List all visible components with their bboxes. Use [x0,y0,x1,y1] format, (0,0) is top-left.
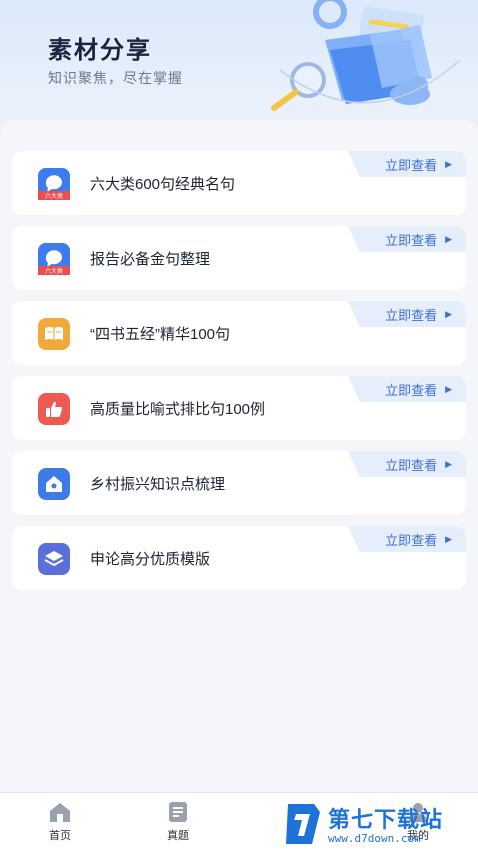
view-now-label: 立即查看 [385,157,438,173]
card-title: 报告必备金句整理 [90,251,211,268]
material-card[interactable]: 乡村振兴知识点梳理 立即查看 ▶ [12,451,466,515]
speech-bubble-icon: 六大类 [38,243,70,275]
view-now-button[interactable]: 立即查看 ▶ [348,226,466,252]
card-title: 申论高分优质模版 [90,551,211,568]
material-card[interactable]: 六大类 报告必备金句整理 立即查看 ▶ [12,226,466,290]
tab-questions[interactable]: 真题 [148,801,208,843]
material-card[interactable]: “四书五经”精华100句 立即查看 ▶ [12,301,466,365]
book-icon [38,318,70,350]
folder-illustration-icon [271,0,461,111]
tab-label: 真题 [167,830,189,842]
page-title: 素材分享 [48,37,152,64]
play-arrow-icon: ▶ [445,383,452,394]
view-now-label: 立即查看 [385,307,438,323]
watermark-url: www.d7down.com [328,832,421,845]
thumbs-up-icon [38,393,70,425]
header-banner: 素材分享 知识聚焦，尽在掌握 [0,0,478,140]
card-title: “四书五经”精华100句 [90,326,231,343]
view-now-label: 立即查看 [385,382,438,398]
document-icon [169,802,187,822]
tab-label: 首页 [49,830,71,842]
tab-home[interactable]: 首页 [30,801,90,843]
view-now-button[interactable]: 立即查看 ▶ [348,451,466,477]
play-arrow-icon: ▶ [445,158,452,169]
icon-caption: 六大类 [45,192,63,200]
view-now-button[interactable]: 立即查看 ▶ [348,151,466,177]
watermark-logo-icon [286,804,320,844]
view-now-button[interactable]: 立即查看 ▶ [348,526,466,552]
view-now-label: 立即查看 [385,532,438,548]
play-arrow-icon: ▶ [445,533,452,544]
site-watermark: 第七下载站 www.d7down.com [284,800,478,850]
speech-bubble-icon: 六大类 [38,168,70,200]
play-arrow-icon: ▶ [445,308,452,319]
card-title: 六大类600句经典名句 [90,176,236,193]
home-icon [50,803,70,822]
material-card[interactable]: 六大类 六大类600句经典名句 立即查看 ▶ [12,151,466,215]
play-arrow-icon: ▶ [445,458,452,469]
material-card[interactable]: 申论高分优质模版 立即查看 ▶ [12,526,466,590]
card-title: 高质量比喻式排比句100例 [90,401,266,418]
play-arrow-icon: ▶ [445,233,452,244]
page-subtitle: 知识聚焦，尽在掌握 [48,70,183,86]
view-now-label: 立即查看 [385,232,438,248]
layers-icon [38,543,70,575]
house-icon [38,468,70,500]
card-title: 乡村振兴知识点梳理 [90,476,226,493]
view-now-label: 立即查看 [385,457,438,473]
watermark-name: 第七下载站 [328,807,444,832]
icon-caption: 六大类 [45,267,63,275]
view-now-button[interactable]: 立即查看 ▶ [348,301,466,327]
view-now-button[interactable]: 立即查看 ▶ [348,376,466,402]
material-card[interactable]: 高质量比喻式排比句100例 立即查看 ▶ [12,376,466,440]
